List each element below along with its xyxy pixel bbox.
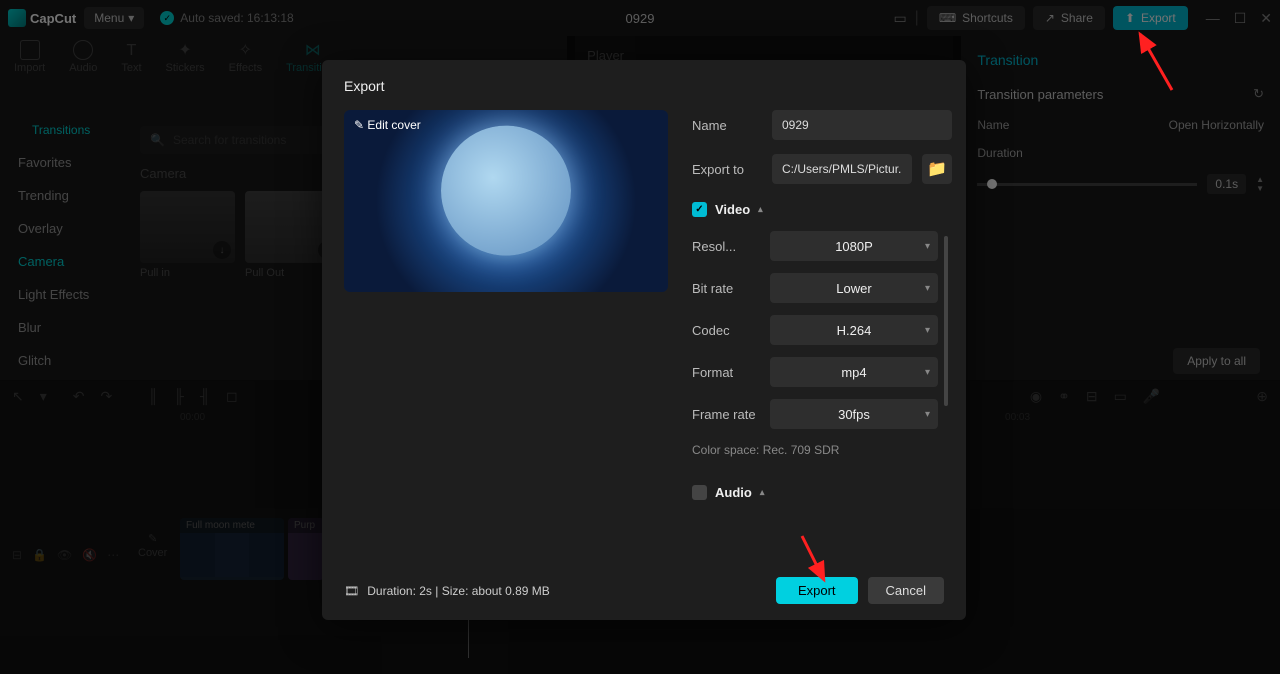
chevron-down-icon: ▾ — [925, 325, 930, 336]
resolution-select[interactable]: 1080P▾ — [770, 231, 938, 261]
film-icon: 🎞 — [344, 584, 359, 598]
bitrate-label: Bit rate — [692, 281, 770, 296]
browse-folder-button[interactable]: 📁 — [922, 154, 952, 184]
video-section-label: Video — [715, 202, 750, 217]
export-confirm-button[interactable]: Export — [776, 577, 858, 604]
name-input[interactable] — [772, 110, 952, 140]
chevron-down-icon: ▾ — [925, 409, 930, 420]
video-checkbox[interactable]: ✓ — [692, 202, 707, 217]
name-label: Name — [692, 118, 762, 133]
framerate-select[interactable]: 30fps▾ — [770, 399, 938, 429]
resolution-label: Resol... — [692, 239, 770, 254]
chevron-down-icon: ▾ — [925, 241, 930, 252]
bitrate-select[interactable]: Lower▾ — [770, 273, 938, 303]
chevron-down-icon: ▾ — [925, 283, 930, 294]
path-input[interactable] — [772, 154, 912, 184]
audio-checkbox[interactable] — [692, 485, 707, 500]
format-label: Format — [692, 365, 770, 380]
codec-label: Codec — [692, 323, 770, 338]
audio-section-label: Audio — [715, 485, 752, 500]
chevron-down-icon: ▾ — [925, 367, 930, 378]
collapse-icon[interactable]: ▴ — [760, 487, 765, 498]
format-select[interactable]: mp4▾ — [770, 357, 938, 387]
codec-select[interactable]: H.264▾ — [770, 315, 938, 345]
export-summary: Duration: 2s | Size: about 0.89 MB — [367, 584, 550, 598]
scrollbar[interactable] — [944, 236, 948, 406]
export-modal: Export ✎ Edit cover Name Export to 📁 ✓ V… — [322, 60, 966, 620]
modal-title: Export — [344, 78, 944, 94]
folder-icon: 📁 — [927, 159, 947, 179]
colorspace-info: Color space: Rec. 709 SDR — [692, 443, 952, 457]
collapse-icon[interactable]: ▴ — [758, 204, 763, 215]
cancel-button[interactable]: Cancel — [868, 577, 944, 604]
moon-graphic — [441, 126, 571, 256]
cover-preview: ✎ Edit cover — [344, 110, 668, 292]
edit-cover-button[interactable]: ✎ Edit cover — [354, 118, 421, 132]
framerate-label: Frame rate — [692, 407, 770, 422]
export-to-label: Export to — [692, 162, 762, 177]
